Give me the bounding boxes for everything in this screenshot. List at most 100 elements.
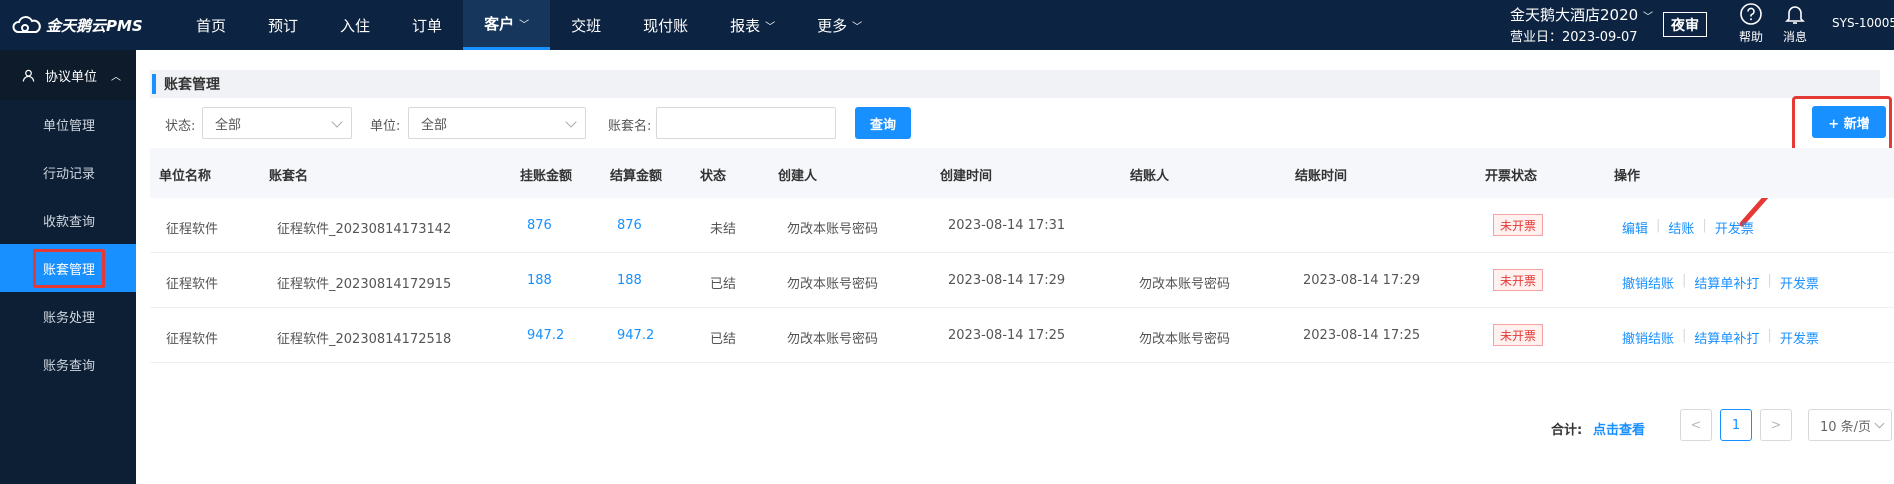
- column-creator: 创建人: [778, 169, 818, 184]
- bell-icon: [1785, 6, 1805, 24]
- nav-booking[interactable]: 预订: [247, 0, 319, 50]
- cell-name: 征程软件_20230814172518: [277, 332, 452, 347]
- main-content: 账套管理 状态: 全部 单位: 全部 账套名: 查询 + 新增 单位名称 账套名…: [136, 50, 1894, 484]
- cell-closed-time: 2023-08-14 17:29: [1303, 273, 1421, 288]
- nav-home[interactable]: 首页: [175, 0, 247, 50]
- undo-checkout-link[interactable]: 撤销结账: [1622, 273, 1674, 292]
- query-button[interactable]: 查询: [855, 107, 911, 139]
- messages-button[interactable]: 消息: [1779, 2, 1811, 45]
- column-closer: 结账人: [1130, 169, 1170, 184]
- nav-more[interactable]: 更多 ﹀: [796, 0, 883, 50]
- nav-orders[interactable]: 订单: [391, 0, 463, 50]
- cell-charged-link[interactable]: 188: [527, 273, 552, 288]
- page-1-button[interactable]: 1: [1720, 409, 1752, 441]
- nav-handover[interactable]: 交班: [550, 0, 622, 50]
- column-unit: 单位名称: [159, 169, 212, 184]
- view-total-link[interactable]: 点击查看: [1593, 419, 1645, 438]
- user-icon: [22, 69, 35, 82]
- cell-creator: 勿改本账号密码: [787, 332, 879, 347]
- sidebar-item-account-set-management[interactable]: 账套管理: [0, 244, 136, 292]
- nav-checkin[interactable]: 入住: [319, 0, 391, 50]
- cell-unit: 征程软件: [166, 332, 219, 347]
- cell-status: 未结: [710, 222, 737, 237]
- row-operations: 编辑 | 结账 | 开发票: [1622, 218, 1754, 237]
- nav-customers[interactable]: 客户 ﹀: [463, 0, 551, 50]
- cell-name: 征程软件_20230814173142: [277, 222, 452, 237]
- top-bar: 金天鹅云PMS 首页 预订 入住 订单 客户 ﹀ 交班 现付账 报表 ﹀ 更多 ﹀ 金…: [0, 0, 1894, 50]
- unit-select[interactable]: 全部: [408, 107, 586, 139]
- cell-created-time: 2023-08-14 17:29: [948, 273, 1066, 288]
- page-size-select[interactable]: 10 条/页: [1808, 409, 1892, 441]
- row-operations: 撤销结账 | 结算单补打 | 开发票: [1622, 328, 1819, 347]
- table-row: 征程软件 征程软件_20230814172518 947.2 947.2 已结 …: [150, 308, 1894, 363]
- undo-checkout-link[interactable]: 撤销结账: [1622, 328, 1674, 347]
- cell-status: 已结: [710, 277, 737, 292]
- cell-name: 征程软件_20230814172915: [277, 277, 452, 292]
- issue-invoice-link[interactable]: 开发票: [1715, 218, 1754, 237]
- cell-creator: 勿改本账号密码: [787, 277, 879, 292]
- table-row: 征程软件 征程软件_20230814172915 188 188 已结 勿改本账…: [150, 253, 1894, 308]
- nav-cash-account[interactable]: 现付账: [622, 0, 709, 50]
- sidebar-section-agreement-units[interactable]: 协议单位 ︿: [0, 50, 136, 100]
- column-settled: 结算金额: [610, 169, 663, 184]
- cell-unit: 征程软件: [166, 277, 219, 292]
- add-button[interactable]: + 新增: [1812, 106, 1886, 138]
- table-row: 征程软件 征程软件_20230814173142 876 876 未结 勿改本账…: [150, 198, 1894, 253]
- reprint-statement-link[interactable]: 结算单补打: [1694, 273, 1759, 292]
- business-date: 营业日：2023-09-07: [1510, 30, 1638, 45]
- invoice-status-badge: 未开票: [1493, 269, 1544, 291]
- chevron-down-icon: ﹀: [765, 21, 776, 33]
- chevron-down-icon: ﹀: [519, 20, 530, 31]
- column-invoice-status: 开票状态: [1485, 169, 1538, 184]
- title-accent: [152, 74, 156, 94]
- invoice-status-badge: 未开票: [1493, 324, 1544, 346]
- status-select[interactable]: 全部: [202, 107, 352, 139]
- sidebar-item-payment-query[interactable]: 收款查询: [0, 196, 136, 244]
- cell-closed-time: 2023-08-14 17:25: [1303, 328, 1421, 343]
- invoice-status-badge: 未开票: [1493, 214, 1544, 236]
- sidebar-item-action-records[interactable]: 行动记录: [0, 148, 136, 196]
- cell-settled-link[interactable]: 876: [617, 218, 642, 233]
- night-audit-button[interactable]: 夜审: [1663, 12, 1707, 37]
- prev-page-button[interactable]: <: [1680, 409, 1712, 441]
- sidebar-item-account-query[interactable]: 账务查询: [0, 340, 136, 388]
- cell-created-time: 2023-08-14 17:25: [948, 328, 1066, 343]
- cell-creator: 勿改本账号密码: [787, 222, 879, 237]
- cell-closer: 勿改本账号密码: [1139, 332, 1231, 347]
- account-set-name-input[interactable]: [656, 107, 836, 139]
- main-nav: 首页 预订 入住 订单 客户 ﹀ 交班 现付账 报表 ﹀ 更多 ﹀: [175, 0, 883, 50]
- cell-charged-link[interactable]: 876: [527, 218, 552, 233]
- nav-reports[interactable]: 报表 ﹀: [709, 0, 796, 50]
- column-name: 账套名: [269, 169, 309, 184]
- sidebar-item-accounting[interactable]: 账务处理: [0, 292, 136, 340]
- logo[interactable]: 金天鹅云PMS: [12, 13, 143, 37]
- user-account[interactable]: SYS-10005: [1832, 16, 1894, 30]
- help-button[interactable]: 帮助: [1735, 2, 1767, 45]
- chevron-down-icon: [565, 116, 577, 128]
- status-filter-label: 状态:: [165, 119, 196, 134]
- chevron-up-icon: ︿: [111, 71, 122, 83]
- cell-settled-link[interactable]: 947.2: [617, 328, 654, 343]
- sidebar-item-unit-management[interactable]: 单位管理: [0, 100, 136, 148]
- row-operations: 撤销结账 | 结算单补打 | 开发票: [1622, 273, 1819, 292]
- column-charged: 挂账金额: [520, 169, 573, 184]
- chevron-down-icon: ﹀: [1642, 12, 1653, 23]
- hotel-selector[interactable]: 金天鹅大酒店2020 ﹀ 营业日：2023-09-07: [1510, 5, 1653, 48]
- column-closed-time: 结账时间: [1295, 169, 1348, 184]
- cell-charged-link[interactable]: 947.2: [527, 328, 564, 343]
- cell-settled-link[interactable]: 188: [617, 273, 642, 288]
- cell-closer: 勿改本账号密码: [1139, 277, 1231, 292]
- help-icon: [1740, 3, 1762, 25]
- filter-bar: 状态: 全部 单位: 全部 账套名: 查询: [136, 107, 1894, 139]
- next-page-button[interactable]: >: [1760, 409, 1792, 441]
- reprint-statement-link[interactable]: 结算单补打: [1694, 328, 1759, 347]
- logo-text: 金天鹅云PMS: [46, 16, 143, 35]
- cell-created-time: 2023-08-14 17:31: [948, 218, 1066, 233]
- account-set-name-label: 账套名:: [608, 119, 652, 134]
- checkout-link[interactable]: 结账: [1668, 218, 1694, 237]
- cell-unit: 征程软件: [166, 222, 219, 237]
- issue-invoice-link[interactable]: 开发票: [1780, 328, 1819, 347]
- page-title: 账套管理: [164, 77, 220, 93]
- edit-link[interactable]: 编辑: [1622, 218, 1648, 237]
- issue-invoice-link[interactable]: 开发票: [1780, 273, 1819, 292]
